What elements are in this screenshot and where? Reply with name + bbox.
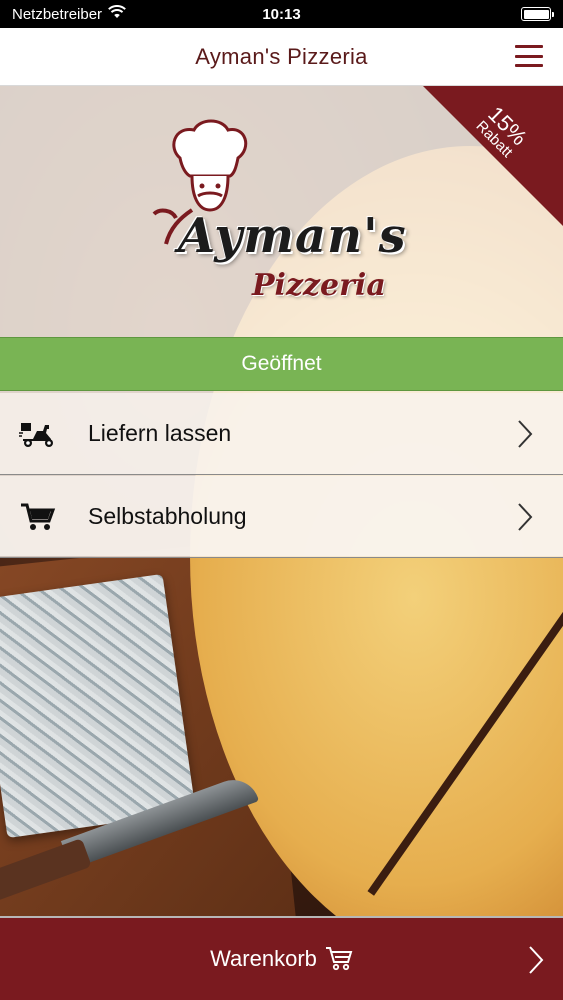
chevron-right-icon [529, 946, 544, 974]
cart-button[interactable]: Warenkorb [0, 916, 563, 1000]
battery-icon [521, 7, 554, 21]
wifi-icon [108, 5, 126, 23]
cart-label: Warenkorb [210, 946, 317, 971]
logo-subtitle: Pizzeria [252, 268, 386, 303]
pickup-option-button[interactable]: Selbstabholung [0, 476, 563, 558]
cart-content: Warenkorb [210, 946, 353, 972]
status-bar: Netzbetreiber 10:13 [0, 0, 563, 28]
delivery-scooter-icon [18, 419, 58, 449]
menu-line [515, 54, 543, 58]
page-title: Ayman's Pizzeria [195, 43, 368, 69]
blue-cheese-image [0, 573, 196, 839]
pickup-option-label: Selbstabholung [88, 503, 247, 529]
battery-fill [523, 9, 549, 19]
discount-text: 15% Rabatt [449, 86, 554, 184]
chevron-right-icon [518, 419, 533, 448]
open-status-label: Geöffnet [241, 352, 322, 375]
carrier-label: Netzbetreiber [12, 5, 103, 23]
menu-line [515, 45, 543, 48]
hamburger-menu-icon[interactable] [515, 45, 543, 67]
chevron-right-icon [518, 502, 533, 531]
cart-icon [325, 947, 353, 971]
shopping-cart-icon [18, 502, 58, 532]
logo-name: Ayman's [178, 208, 407, 264]
nav-bar: Ayman's Pizzeria [0, 28, 563, 86]
status-left: Netzbetreiber [12, 5, 126, 23]
menu-line [515, 64, 543, 67]
restaurant-logo: Ayman's Pizzeria [140, 118, 430, 308]
open-status-bar: Geöffnet [0, 337, 563, 391]
delivery-option-button[interactable]: Liefern lassen [0, 393, 563, 475]
discount-ribbon: 15% Rabatt [423, 86, 563, 226]
delivery-option-label: Liefern lassen [88, 420, 232, 446]
